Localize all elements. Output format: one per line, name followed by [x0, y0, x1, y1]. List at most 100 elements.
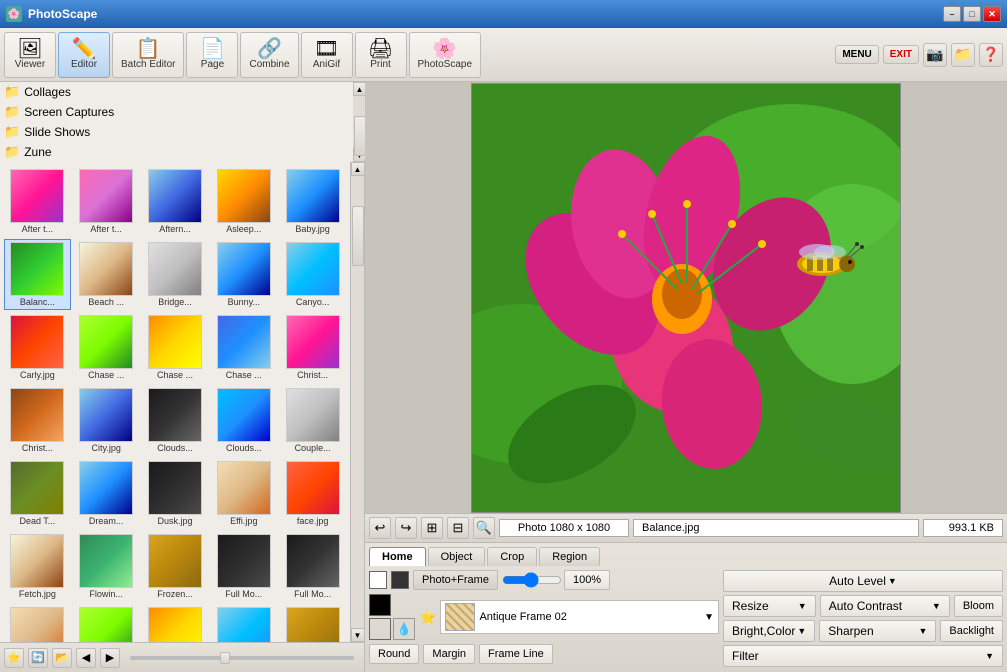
- eyedropper-button[interactable]: 💧: [393, 618, 415, 640]
- thumbnail-item[interactable]: Balanc...: [4, 239, 71, 310]
- open-folder-button[interactable]: 📂: [52, 648, 72, 668]
- thumbnail-item[interactable]: Clouds...: [210, 385, 277, 456]
- thumbnail-item[interactable]: Bridge...: [142, 239, 209, 310]
- resize-button[interactable]: Resize ▼: [723, 595, 816, 617]
- thumbnail-item[interactable]: Dusk.jpg: [142, 458, 209, 529]
- thumbnail-item[interactable]: Dream...: [73, 458, 140, 529]
- thumbnail-item[interactable]: Couple...: [279, 385, 346, 456]
- thumbnail-scrollbar[interactable]: ▲ ▼: [350, 162, 364, 642]
- thumb-scroll-down[interactable]: ▼: [351, 628, 365, 642]
- color-black-box[interactable]: [369, 594, 391, 616]
- thumbnail-item[interactable]: Full Mo...: [279, 531, 346, 602]
- thumbnail-item[interactable]: Full Mo...: [210, 531, 277, 602]
- thumbnail-item[interactable]: Canyo...: [279, 239, 346, 310]
- filter-button[interactable]: Filter ▼: [723, 645, 1003, 667]
- backlight-button[interactable]: Backlight: [940, 620, 1003, 642]
- zoom-fit-button[interactable]: ⊞: [421, 517, 443, 539]
- folder-collages[interactable]: 📁 Collages: [0, 82, 354, 102]
- help-button[interactable]: ❓: [979, 43, 1003, 67]
- toolbar-editor[interactable]: ✏️ Editor: [58, 32, 110, 78]
- thumbnail-item[interactable]: Baby.jpg: [279, 166, 346, 237]
- gradient-box[interactable]: [369, 618, 391, 640]
- toolbar-print[interactable]: 🖨 Print: [355, 32, 407, 78]
- star-button[interactable]: ⭐: [4, 648, 24, 668]
- frame-line-button[interactable]: Frame Line: [479, 644, 553, 664]
- zoom-actual-button[interactable]: ⊟: [447, 517, 469, 539]
- toolbar-page[interactable]: 📄 Page: [186, 32, 238, 78]
- thumbnail-item[interactable]: Bunny...: [210, 239, 277, 310]
- thumbnail-item[interactable]: Frozen...: [142, 531, 209, 602]
- toolbar-combine[interactable]: 🔗 Combine: [240, 32, 298, 78]
- thumbnail-item[interactable]: Harves...: [279, 604, 346, 642]
- thumbnail-item[interactable]: Effi.jpg: [210, 458, 277, 529]
- thumbnail-item[interactable]: Happy...: [210, 604, 277, 642]
- thumbnail-item[interactable]: Chase ...: [73, 312, 140, 383]
- toolbar-viewer[interactable]: 🖼 Viewer: [4, 32, 56, 78]
- bloom-button[interactable]: Bloom: [954, 595, 1003, 617]
- thumbnail-item[interactable]: Carly.jpg: [4, 312, 71, 383]
- zoom-slider-thumb[interactable]: [220, 652, 230, 664]
- menu-button[interactable]: MENU: [835, 45, 878, 64]
- thumbnail-item[interactable]: Christ...: [279, 312, 346, 383]
- auto-contrast-button[interactable]: Auto Contrast ▼: [820, 595, 950, 617]
- frame-preview-box: [445, 603, 475, 631]
- zoom-slider[interactable]: [130, 656, 354, 660]
- margin-button[interactable]: Margin: [423, 644, 475, 664]
- folder-zune[interactable]: 📁 Zune: [0, 142, 354, 162]
- foreground-color-box[interactable]: [369, 571, 387, 589]
- forward-button[interactable]: ▶: [100, 648, 120, 668]
- sharpen-button[interactable]: Sharpen ▼: [819, 620, 936, 642]
- thumbnail-item[interactable]: Happy ...: [142, 604, 209, 642]
- folder-scroll-thumb[interactable]: [354, 116, 366, 156]
- zoom-slider-control[interactable]: [502, 572, 562, 588]
- thumbnail-item[interactable]: Dead T...: [4, 458, 71, 529]
- toolbar-anigif[interactable]: 🎞 AniGif: [301, 32, 353, 78]
- bright-color-button[interactable]: Bright,Color ▼: [723, 620, 815, 642]
- thumbnail-item[interactable]: Christ...: [4, 385, 71, 456]
- folder-screen-captures[interactable]: 📁 Screen Captures: [0, 102, 354, 122]
- thumbnail-item[interactable]: Beach ...: [73, 239, 140, 310]
- toolbar-batch-editor[interactable]: 📋 Batch Editor: [112, 32, 184, 78]
- thumbnail-item[interactable]: Aftern...: [142, 166, 209, 237]
- photo-frame-button[interactable]: Photo+Frame: [413, 570, 498, 590]
- thumbnail-item[interactable]: Asleep...: [210, 166, 277, 237]
- thumbnail-item[interactable]: face.jpg: [279, 458, 346, 529]
- exit-button[interactable]: EXIT: [883, 45, 919, 64]
- tab-crop[interactable]: Crop: [487, 547, 537, 566]
- thumbnail-grid-container: After t...After t...Aftern...Asleep...Ba…: [0, 162, 350, 642]
- back-button[interactable]: ◀: [76, 648, 96, 668]
- thumbnail-item[interactable]: Happy ...: [73, 604, 140, 642]
- minimize-button[interactable]: –: [943, 6, 961, 22]
- frame-selector[interactable]: Antique Frame 02 ▼: [440, 600, 719, 634]
- editor-left-controls: Photo+Frame 100% 💧: [369, 570, 719, 668]
- thumb-scroll-thumb[interactable]: [352, 206, 364, 266]
- thumbnail-item[interactable]: Chase ...: [210, 312, 277, 383]
- maximize-button[interactable]: □: [963, 6, 981, 22]
- thumbnail-item[interactable]: Fetch.jpg: [4, 531, 71, 602]
- refresh-button[interactable]: 🔄: [28, 648, 48, 668]
- redo-button[interactable]: ↪: [395, 517, 417, 539]
- thumbnail-item[interactable]: Clouds...: [142, 385, 209, 456]
- screen-capture-button[interactable]: 📷: [923, 43, 947, 67]
- thumbnail-item[interactable]: Flowin...: [73, 531, 140, 602]
- thumbnail-item[interactable]: After t...: [4, 166, 71, 237]
- thumbnail-item[interactable]: Gizmo...: [4, 604, 71, 642]
- thumbnail-item[interactable]: After t...: [73, 166, 140, 237]
- favorite-star-icon[interactable]: ⭐: [419, 609, 436, 626]
- thumb-scroll-up[interactable]: ▲: [351, 162, 365, 176]
- background-color-box[interactable]: [391, 571, 409, 589]
- undo-button[interactable]: ↩: [369, 517, 391, 539]
- thumbnail-item[interactable]: City.jpg: [73, 385, 140, 456]
- round-button[interactable]: Round: [369, 644, 419, 664]
- zoom-in-button[interactable]: 🔍: [473, 517, 495, 539]
- folder-scrollbar[interactable]: ▲ ▼: [354, 82, 364, 162]
- tab-home[interactable]: Home: [369, 547, 426, 566]
- folder-slide-shows[interactable]: 📁 Slide Shows: [0, 122, 354, 142]
- folder-button[interactable]: 📁: [951, 43, 975, 67]
- tab-object[interactable]: Object: [428, 547, 486, 566]
- toolbar-photoscape[interactable]: 🌸 PhotoScape: [409, 32, 482, 78]
- close-button[interactable]: ✕: [983, 6, 1001, 22]
- auto-level-button[interactable]: Auto Level ▼: [723, 570, 1003, 592]
- thumbnail-item[interactable]: Chase ...: [142, 312, 209, 383]
- tab-region[interactable]: Region: [539, 547, 600, 566]
